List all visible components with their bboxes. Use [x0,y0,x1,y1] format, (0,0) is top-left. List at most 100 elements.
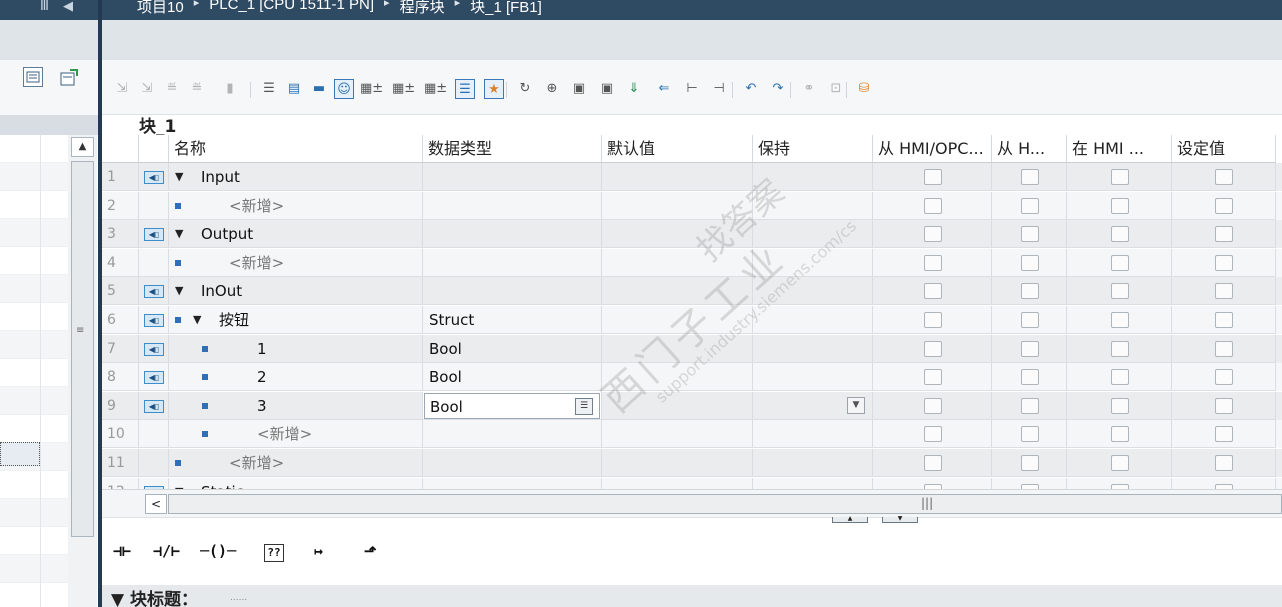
datatype-cell[interactable]: Bool [423,334,602,363]
horizontal-scrollbar[interactable]: < ||| [102,489,1282,517]
hmi-visible-checkbox[interactable] [1111,254,1129,271]
connect-icon[interactable]: ⚭ [799,79,819,99]
detail-view-icon[interactable]: ▤ [284,79,304,99]
default-value-cell[interactable] [602,248,753,277]
row-number[interactable]: 7 [102,334,139,363]
network-icon[interactable]: ▦± [360,79,383,99]
hmi-writable-checkbox[interactable] [1021,455,1039,471]
breadcrumb-plc[interactable]: PLC_1 [CPU 1511-1 PN] [209,0,374,17]
no-contact-icon[interactable]: ⊣⊢ [113,542,131,564]
retain-cell[interactable] [753,163,873,191]
hmi-visible-checkbox[interactable] [1111,226,1129,243]
retain-cell[interactable] [753,334,873,363]
download-icon[interactable]: ⇓ [624,79,644,99]
row-number[interactable]: 6 [102,306,139,334]
table-row[interactable]: 11 <新增> [102,449,1282,477]
hmi-opc-accessible-checkbox[interactable] [924,426,942,443]
variable-name[interactable]: 3 [257,392,267,419]
table-row[interactable]: 5 ◀▯ ▼ InOut [102,277,1282,306]
left-list-row[interactable] [0,163,68,191]
add-element-icon[interactable]: ≝ [187,79,207,99]
hmi-visible-checkbox[interactable] [1111,455,1129,471]
variable-name[interactable]: InOut [201,277,242,304]
row-number[interactable]: 11 [102,449,139,477]
datatype-cell[interactable] [423,163,602,191]
list-view-icon[interactable]: ☰ [259,79,279,99]
left-selected-item[interactable] [0,442,40,466]
retain-cell[interactable] [753,248,873,277]
table-row[interactable]: 2 <新增> [102,191,1282,220]
default-value-cell[interactable] [602,277,753,306]
table-row[interactable]: 1 ◀▯ ▼ Input [102,163,1282,191]
datatype-cell[interactable] [423,191,602,220]
favorite-icon[interactable]: ★ [484,79,504,99]
default-value-cell[interactable] [602,391,753,420]
address-icon[interactable]: ▦± [392,79,415,99]
hmi-writable-checkbox[interactable] [1021,169,1039,185]
setpoint-checkbox[interactable] [1215,369,1233,386]
variable-name[interactable]: 按钮 [219,306,249,333]
left-list-row[interactable] [0,303,68,331]
table-row[interactable]: 4 <新增> [102,248,1282,277]
comments-icon[interactable]: ▬ [309,79,329,99]
variable-name[interactable]: 1 [257,335,267,362]
left-list-row[interactable] [0,387,68,415]
setpoint-checkbox[interactable] [1215,397,1233,414]
retain-cell[interactable] [753,449,873,477]
breadcrumb-block[interactable]: 块_1 [FB1] [470,0,542,17]
hmi-visible-checkbox[interactable] [1111,426,1129,443]
retain-cell[interactable] [753,191,873,220]
row-number[interactable]: 5 [102,277,139,306]
hmi-writable-checkbox[interactable] [1021,226,1039,243]
hmi-writable-checkbox[interactable] [1021,397,1039,414]
retain-cell[interactable] [753,220,873,249]
left-list-row[interactable] [0,499,68,527]
hmi-opc-accessible-checkbox[interactable] [924,312,942,328]
monitor-icon[interactable]: ▣ [597,79,617,99]
retain-cell[interactable] [753,420,873,449]
hmi-visible-checkbox[interactable] [1111,312,1129,328]
datatype-list-icon[interactable]: ☰ [575,397,593,415]
variable-name[interactable]: Input [201,163,240,190]
scroll-up-icon[interactable]: ▲ [71,137,94,157]
default-value-cell[interactable] [602,220,753,249]
name-cell[interactable]: ▼ InOut [169,277,423,306]
default-value-cell[interactable] [602,306,753,334]
column-header[interactable]: 在 HMI ... [1067,135,1172,163]
name-cell[interactable]: 3 [169,391,423,420]
name-cell[interactable]: <新增> [169,449,423,477]
hmi-writable-checkbox[interactable] [1021,312,1039,328]
name-cell[interactable]: ▼ 按钮 [169,306,423,334]
setpoint-checkbox[interactable] [1215,283,1233,300]
breadcrumb-program-blocks[interactable]: 程序块 [400,0,445,17]
setpoint-checkbox[interactable] [1215,254,1233,271]
hmi-writable-checkbox[interactable] [1021,340,1039,357]
table-row[interactable]: 3 ◀▯ ▼ Output [102,220,1282,249]
variable-name[interactable]: Output [201,220,253,247]
insert-element-icon[interactable]: ≝ [162,79,182,99]
default-value-cell[interactable] [602,191,753,220]
go-to-icon[interactable]: ↶ [741,79,761,99]
scroll-left-icon[interactable]: < [145,494,167,514]
column-header[interactable]: 数据类型 [423,135,602,163]
hmi-opc-accessible-checkbox[interactable] [924,226,942,243]
datatype-cell[interactable]: Bool ☰ [423,391,602,420]
setpoint-checkbox[interactable] [1215,455,1233,471]
row-number[interactable]: 9 [102,391,139,420]
table-row[interactable]: 10 <新增> [102,420,1282,449]
symbol-icon[interactable]: ▦± [424,79,447,99]
hmi-visible-checkbox[interactable] [1111,397,1129,414]
name-cell[interactable]: <新增> [169,248,423,277]
table-row[interactable]: 6 ◀▯ ▼ 按钮 Struct [102,306,1282,334]
expand-triangle-icon[interactable]: ▼ [193,306,201,333]
setpoint-checkbox[interactable] [1215,169,1233,185]
hmi-writable-checkbox[interactable] [1021,283,1039,300]
left-list-row[interactable] [0,331,68,359]
retain-cell[interactable] [753,363,873,392]
row-number[interactable]: 3 [102,220,139,249]
header-corner[interactable] [102,135,139,163]
left-list-row[interactable] [0,247,68,275]
open-branch-icon[interactable]: ↦ [314,542,323,564]
hmi-visible-checkbox[interactable] [1111,169,1129,185]
hmi-opc-accessible-checkbox[interactable] [924,340,942,357]
